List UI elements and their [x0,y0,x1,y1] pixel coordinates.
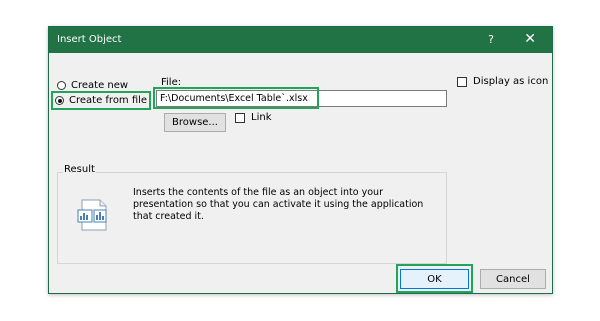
create-new-radio[interactable]: Create new [57,80,128,91]
result-legend: Result [63,164,96,175]
browse-button[interactable]: Browse... [164,113,226,132]
link-checkbox-box[interactable] [235,112,245,123]
insert-object-dialog: Insert Object ? ✕ Create new Create from… [48,26,553,294]
create-new-text: Create new [71,80,129,91]
display-as-icon-checkbox-box[interactable] [457,76,467,87]
help-button[interactable]: ? [488,33,494,46]
close-button[interactable]: ✕ [524,31,536,47]
browse-button-label: Browse... [172,117,218,128]
display-as-icon-checkbox[interactable]: Display as icon [457,76,548,87]
display-as-icon-label: Display as icon [473,76,549,87]
ok-button-highlight [396,264,473,293]
cancel-button-label: Cancel [496,273,530,285]
dialog-title: Insert Object [57,34,122,45]
embedded-object-icon [77,199,107,231]
create-new-label: Create new [71,80,128,91]
title-bar: Insert Object ? ✕ [49,27,552,53]
link-label: Link [251,112,272,123]
file-path-highlight [153,87,319,109]
result-description: Inserts the contents of the file as an o… [133,187,424,222]
create-from-file-highlight [51,91,151,110]
create-new-radio-indicator[interactable] [57,81,66,90]
cancel-button[interactable]: Cancel [480,269,546,289]
link-checkbox[interactable]: Link [235,112,271,123]
